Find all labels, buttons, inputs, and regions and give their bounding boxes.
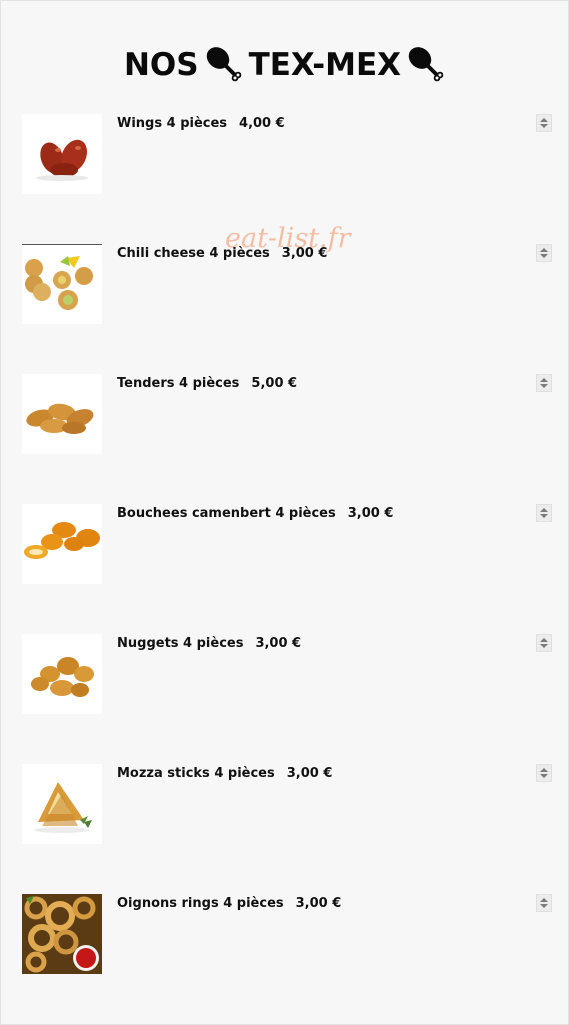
increment-icon[interactable] [540,898,548,902]
item-price: 3,00 € [255,636,302,651]
chili-cheese-image [22,244,102,324]
menu-item: Chili cheese 4 pièces 3,00 € [22,244,552,326]
drumstick-icon [206,47,241,82]
wings-image [22,114,102,194]
menu-item: Tenders 4 pièces 5,00 € [22,374,552,456]
item-name: Bouchees camenbert 4 pièces [117,506,336,521]
tenders-image [22,374,102,454]
nuggets-image [22,634,102,714]
menu-item: Bouchees camenbert 4 pièces 3,00 € [22,504,552,586]
title-left: NOS [123,46,199,83]
menu-item: Wings 4 pièces 4,00 € [22,114,552,196]
increment-icon[interactable] [540,118,548,122]
menu-item: Mozza sticks 4 pièces 3,00 € [22,764,552,846]
quantity-stepper[interactable] [536,114,552,132]
item-label: Tenders 4 pièces 5,00 € [117,376,297,391]
item-price: 3,00 € [286,766,333,781]
decrement-icon[interactable] [540,904,548,908]
decrement-icon[interactable] [540,644,548,648]
item-price: 3,00 € [347,506,394,521]
item-price: 3,00 € [295,896,342,911]
item-label: Wings 4 pièces 4,00 € [117,116,285,131]
decrement-icon[interactable] [540,384,548,388]
mozza-sticks-image [22,764,102,844]
camembert-bites-image [22,504,102,584]
menu-item: Nuggets 4 pièces 3,00 € [22,634,552,716]
section-title: NOS TEX-MEX [1,45,569,85]
increment-icon[interactable] [540,378,548,382]
menu-item: Oignons rings 4 pièces 3,00 € [22,894,552,976]
item-name: Mozza sticks 4 pièces [117,766,275,781]
item-label: Nuggets 4 pièces 3,00 € [117,636,301,651]
item-name: Oignons rings 4 pièces [117,896,284,911]
item-name: Wings 4 pièces [117,116,228,131]
title-right: TEX-MEX [248,46,402,83]
quantity-stepper[interactable] [536,634,552,652]
item-name: Chili cheese 4 pièces [117,246,270,261]
decrement-icon[interactable] [540,774,548,778]
item-price: 4,00 € [239,116,285,131]
increment-icon[interactable] [540,248,548,252]
item-label: Mozza sticks 4 pièces 3,00 € [117,766,332,781]
quantity-stepper[interactable] [536,374,552,392]
decrement-icon[interactable] [540,124,548,128]
onion-rings-image [22,894,102,974]
item-label: Oignons rings 4 pièces 3,00 € [117,896,341,911]
increment-icon[interactable] [540,638,548,642]
item-label: Chili cheese 4 pièces 3,00 € [117,246,327,261]
quantity-stepper[interactable] [536,894,552,912]
item-price: 5,00 € [251,376,298,391]
quantity-stepper[interactable] [536,764,552,782]
item-price: 3,00 € [281,246,328,261]
item-label: Bouchees camenbert 4 pièces 3,00 € [117,506,393,521]
item-name: Tenders 4 pièces [117,376,240,391]
increment-icon[interactable] [540,768,548,772]
decrement-icon[interactable] [540,514,548,518]
quantity-stepper[interactable] [536,244,552,262]
decrement-icon[interactable] [540,254,548,258]
increment-icon[interactable] [540,508,548,512]
drumstick-icon [408,47,444,82]
item-name: Nuggets 4 pièces [117,636,244,651]
quantity-stepper[interactable] [536,504,552,522]
menu-page: NOS TEX-MEX eat-list.fr Wings 4 pièces 4… [0,0,569,1025]
